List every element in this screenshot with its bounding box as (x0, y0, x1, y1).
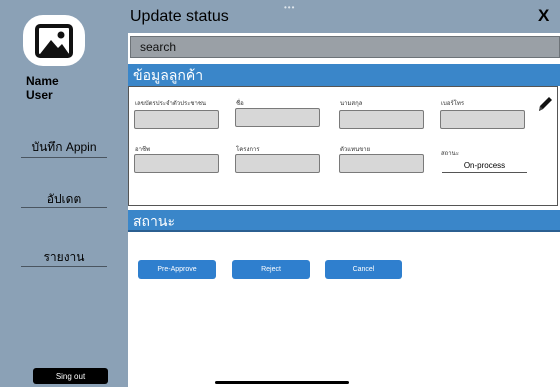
signout-button[interactable]: Sing out (33, 368, 108, 384)
field-label-status: สถานะ (441, 151, 459, 157)
phone-field[interactable] (440, 110, 525, 129)
drag-handle-icon: ••• (284, 3, 296, 12)
status-content (128, 232, 560, 387)
sidebar-item-record-appointment[interactable]: บันทึก Appin (21, 138, 107, 157)
field-label-last-name: นามสกุล (340, 101, 363, 107)
sidebar-divider (21, 266, 107, 267)
last-name-field[interactable] (339, 110, 424, 129)
section-header-status: สถานะ (128, 210, 560, 232)
pencil-icon[interactable] (537, 95, 553, 113)
reject-button[interactable]: Reject (232, 260, 310, 279)
search-input[interactable] (130, 36, 560, 58)
field-label-occupation: อาชีพ (135, 147, 150, 153)
first-name-field[interactable] (235, 108, 320, 127)
pre-approve-button[interactable]: Pre-Approve (138, 260, 216, 279)
sales-agent-field[interactable] (339, 154, 424, 173)
search-placeholder: search (140, 40, 177, 54)
home-indicator (215, 381, 349, 384)
occupation-field[interactable] (134, 154, 219, 173)
avatar (23, 15, 85, 66)
user-label: User (26, 88, 53, 102)
field-label-phone: เบอร์โทร (441, 101, 465, 107)
section-header-customer: ข้อมูลลูกค้า (128, 64, 560, 86)
project-field[interactable] (235, 154, 320, 173)
sidebar-divider (21, 157, 107, 158)
field-label-id-card: เลขบัตรประจำตัวประชาชน (135, 101, 207, 107)
image-icon (35, 23, 73, 58)
name-label: Name (26, 74, 59, 88)
cancel-button[interactable]: Cancel (325, 260, 402, 279)
sidebar-divider (21, 207, 107, 208)
id-card-field[interactable] (134, 110, 219, 129)
field-label-first-name: ชื่อ (236, 101, 244, 107)
status-value[interactable]: On-process (442, 158, 527, 173)
page-title: Update status (130, 8, 229, 25)
close-icon[interactable]: X (538, 6, 549, 26)
sidebar-item-report[interactable]: รายงาน (21, 248, 107, 267)
field-label-sales-agent: ตัวแทนขาย (340, 147, 371, 153)
field-label-project: โครงการ (236, 147, 260, 153)
